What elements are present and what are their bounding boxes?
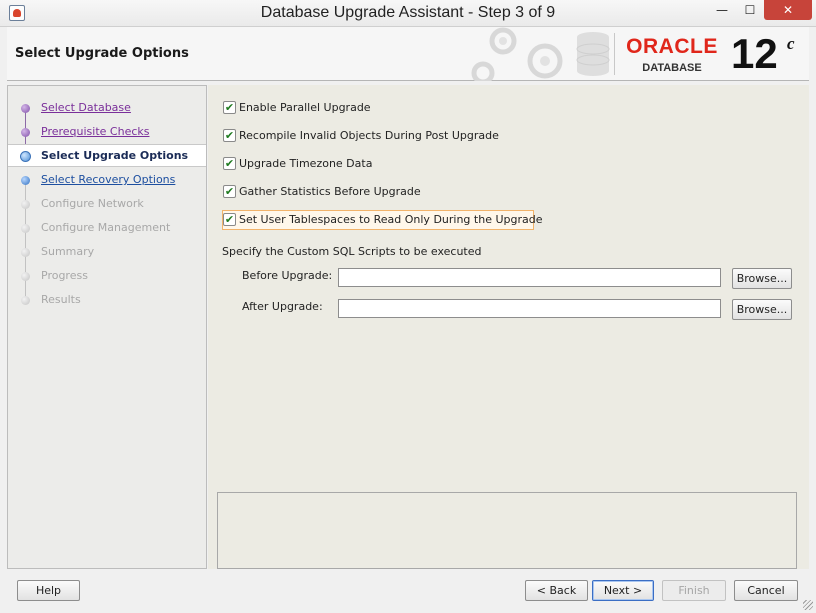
version-number: 12	[731, 30, 778, 77]
checkbox-checked-icon[interactable]: ✔	[223, 101, 236, 114]
after-upgrade-input[interactable]	[338, 299, 721, 318]
step-progress: Progress	[8, 265, 206, 287]
step-label: Results	[41, 293, 81, 306]
wizard-header: Select Upgrade Options ORACLE DATABASE 1…	[7, 27, 809, 81]
version-suffix: c	[787, 34, 795, 53]
before-upgrade-browse-button[interactable]: Browse...	[732, 268, 792, 289]
message-area	[217, 492, 797, 569]
checkbox-checked-icon[interactable]: ✔	[223, 157, 236, 170]
checkbox-checked-icon[interactable]: ✔	[223, 213, 236, 226]
step-label[interactable]: Select Recovery Options	[41, 173, 175, 186]
step-select-recovery-options[interactable]: Select Recovery Options	[8, 169, 206, 191]
step-label: Select Upgrade Options	[41, 149, 189, 162]
oracle-database-label: DATABASE	[642, 62, 702, 74]
step-label: Summary	[41, 245, 95, 258]
steps-sidebar: Select Database Prerequisite Checks Sele…	[7, 85, 207, 569]
option-gather-statistics[interactable]: ✔ Gather Statistics Before Upgrade	[222, 183, 421, 201]
help-button[interactable]: Help	[17, 580, 80, 601]
option-label[interactable]: Recompile Invalid Objects During Post Up…	[239, 129, 499, 142]
step-next-icon	[21, 176, 30, 185]
custom-scripts-label: Specify the Custom SQL Scripts to be exe…	[222, 245, 482, 258]
window-title: Database Upgrade Assistant - Step 3 of 9	[260, 4, 556, 21]
step-label[interactable]: Select Database	[41, 101, 131, 114]
before-upgrade-input[interactable]	[338, 268, 721, 287]
step-disabled-icon	[21, 296, 30, 305]
oracle-logo: ORACLE	[626, 35, 718, 58]
step-select-database[interactable]: Select Database	[8, 97, 206, 119]
step-label: Configure Management	[41, 221, 171, 234]
resize-grip-icon[interactable]	[803, 600, 813, 610]
logo-divider	[614, 33, 615, 75]
step-visited-icon	[21, 104, 30, 113]
step-visited-icon	[21, 128, 30, 137]
step-disabled-icon	[21, 200, 30, 209]
finish-button: Finish	[662, 580, 726, 601]
step-summary: Summary	[8, 241, 206, 263]
option-recompile-invalid-objects[interactable]: ✔ Recompile Invalid Objects During Post …	[222, 127, 499, 145]
after-upgrade-browse-button[interactable]: Browse...	[732, 299, 792, 320]
step-configure-management: Configure Management	[8, 217, 206, 239]
checkbox-checked-icon[interactable]: ✔	[223, 185, 236, 198]
step-disabled-icon	[21, 272, 30, 281]
step-label: Progress	[41, 269, 88, 282]
gears-icon	[471, 27, 610, 81]
after-upgrade-label: After Upgrade:	[242, 300, 323, 313]
page-title: Select Upgrade Options	[15, 46, 189, 61]
step-disabled-icon	[21, 224, 30, 233]
title-bar: Database Upgrade Assistant - Step 3 of 9…	[0, 0, 816, 27]
step-prerequisite-checks[interactable]: Prerequisite Checks	[8, 121, 206, 143]
upgrade-options-panel: ✔ Enable Parallel Upgrade ✔ Recompile In…	[208, 85, 809, 569]
minimize-icon[interactable]: —	[708, 0, 736, 20]
checkbox-checked-icon[interactable]: ✔	[223, 129, 236, 142]
option-enable-parallel-upgrade[interactable]: ✔ Enable Parallel Upgrade	[222, 99, 371, 117]
step-label[interactable]: Prerequisite Checks	[41, 125, 149, 138]
step-configure-network: Configure Network	[8, 193, 206, 215]
back-button[interactable]: < Back	[525, 580, 588, 601]
option-label[interactable]: Upgrade Timezone Data	[239, 157, 372, 170]
next-button[interactable]: Next >	[592, 580, 654, 601]
option-set-tablespaces-read-only[interactable]: ✔ Set User Tablespaces to Read Only Duri…	[222, 210, 543, 230]
cancel-button[interactable]: Cancel	[734, 580, 798, 601]
step-disabled-icon	[21, 248, 30, 257]
step-results: Results	[8, 289, 206, 311]
close-icon[interactable]: ✕	[764, 0, 812, 20]
maximize-icon[interactable]: ☐	[736, 0, 764, 20]
option-label[interactable]: Gather Statistics Before Upgrade	[239, 185, 421, 198]
option-upgrade-timezone-data[interactable]: ✔ Upgrade Timezone Data	[222, 155, 372, 173]
before-upgrade-label: Before Upgrade:	[242, 269, 333, 282]
step-select-upgrade-options: Select Upgrade Options	[8, 144, 206, 167]
option-label[interactable]: Set User Tablespaces to Read Only During…	[239, 213, 543, 226]
option-label[interactable]: Enable Parallel Upgrade	[239, 101, 371, 114]
step-current-icon	[20, 151, 31, 162]
step-label: Configure Network	[41, 197, 144, 210]
